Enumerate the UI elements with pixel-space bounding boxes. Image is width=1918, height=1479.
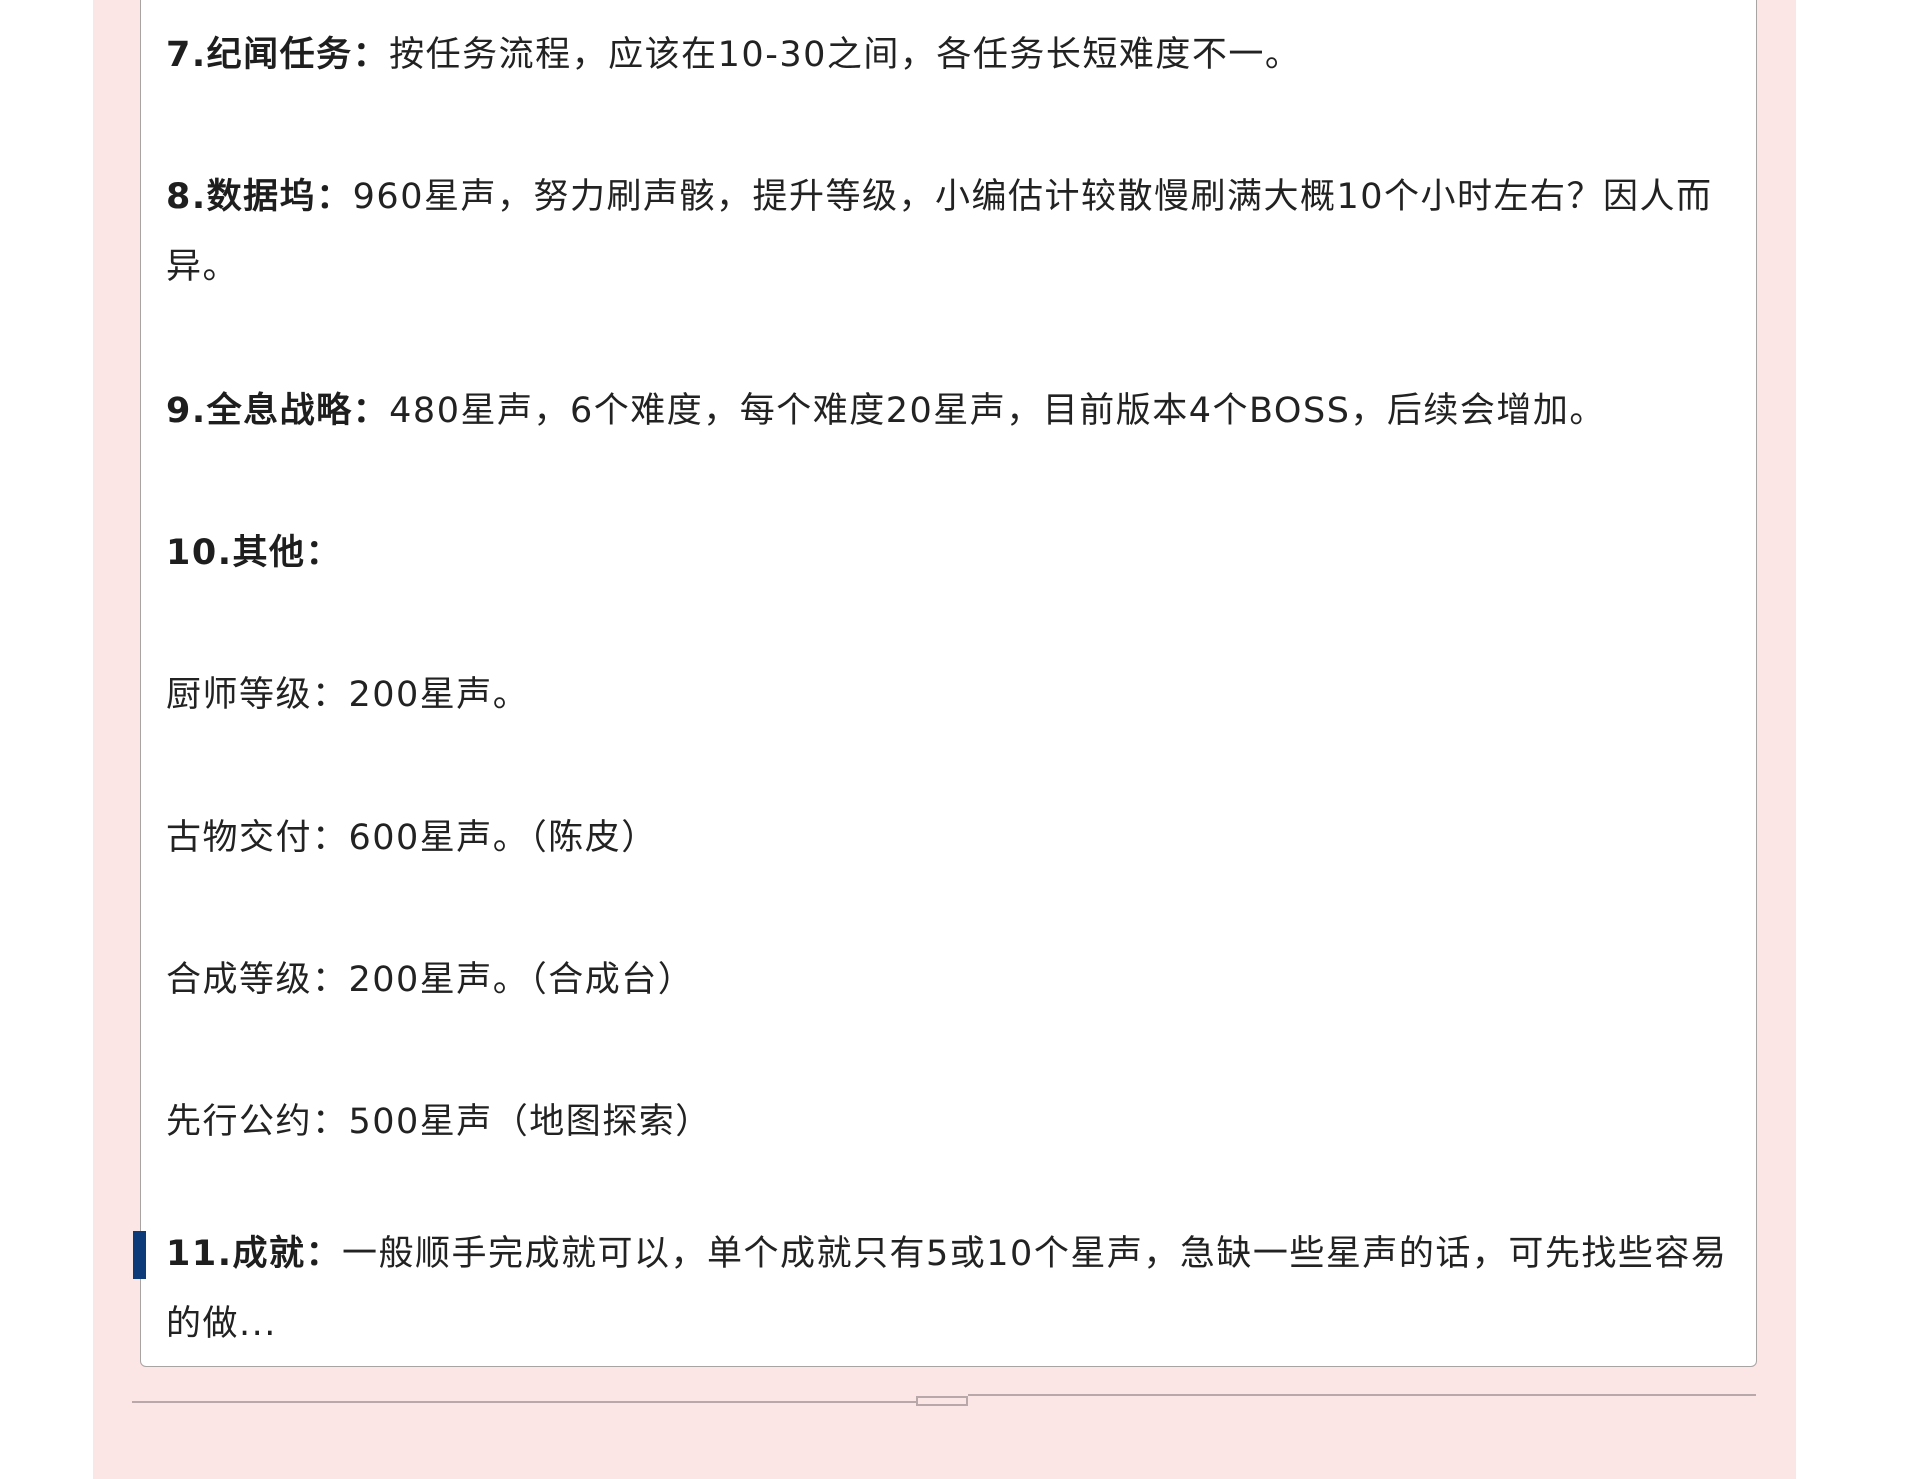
item-11-label: 11.成就：	[166, 1234, 343, 1274]
item-10-label: 10.其他：	[166, 533, 343, 573]
item-10-other: 10.其他：	[166, 518, 1736, 588]
divider-line-right	[968, 1394, 1756, 1396]
pioneer-pact-text: 先行公约：500星声（地图探索）	[166, 1102, 712, 1142]
item-7-jiwen-tasks: 7.纪闻任务：按任务流程，应该在10-30之间，各任务长短难度不一。	[166, 20, 1736, 90]
item-9-text: 480星声，6个难度，每个难度20星声，目前版本4个BOSS，后续会增加。	[389, 391, 1606, 431]
item-7-text: 按任务流程，应该在10-30之间，各任务长短难度不一。	[389, 35, 1302, 75]
item-9-holographic-strategy: 9.全息战略：480星声，6个难度，每个难度20星声，目前版本4个BOSS，后续…	[166, 376, 1736, 446]
item-8-label: 8.数据坞：	[166, 177, 353, 217]
divider-handle	[916, 1396, 968, 1406]
antique-delivery-text: 古物交付：600星声。（陈皮）	[166, 818, 658, 858]
item-11-text: 一般顺手完成就可以，单个成就只有5或10个星声，急缺一些星声的话，可先找些容易的…	[166, 1234, 1728, 1344]
other-pioneer-pact: 先行公约：500星声（地图探索）	[166, 1087, 1736, 1157]
item-9-label: 9.全息战略：	[166, 391, 390, 431]
other-chef-level: 厨师等级：200星声。	[166, 660, 1736, 730]
item-7-label: 7.纪闻任务：	[166, 35, 390, 75]
synthesis-level-text: 合成等级：200星声。（合成台）	[166, 960, 695, 1000]
item-8-data-dock: 8.数据坞：960星声，努力刷声骸，提升等级，小编估计较散慢刷满大概10个小时左…	[166, 162, 1736, 302]
item-8-text: 960星声，努力刷声骸，提升等级，小编估计较散慢刷满大概10个小时左右？因人而异…	[166, 177, 1713, 287]
paragraph-marker	[133, 1231, 146, 1279]
chef-level-text: 厨师等级：200星声。	[166, 675, 530, 715]
other-synthesis-level: 合成等级：200星声。（合成台）	[166, 945, 1736, 1015]
item-11-achievements: 11.成就：一般顺手完成就可以，单个成就只有5或10个星声，急缺一些星声的话，可…	[166, 1219, 1736, 1359]
divider-line-left	[132, 1401, 916, 1403]
page: 7.纪闻任务：按任务流程，应该在10-30之间，各任务长短难度不一。 8.数据坞…	[0, 0, 1918, 1479]
other-antique-delivery: 古物交付：600星声。（陈皮）	[166, 803, 1736, 873]
